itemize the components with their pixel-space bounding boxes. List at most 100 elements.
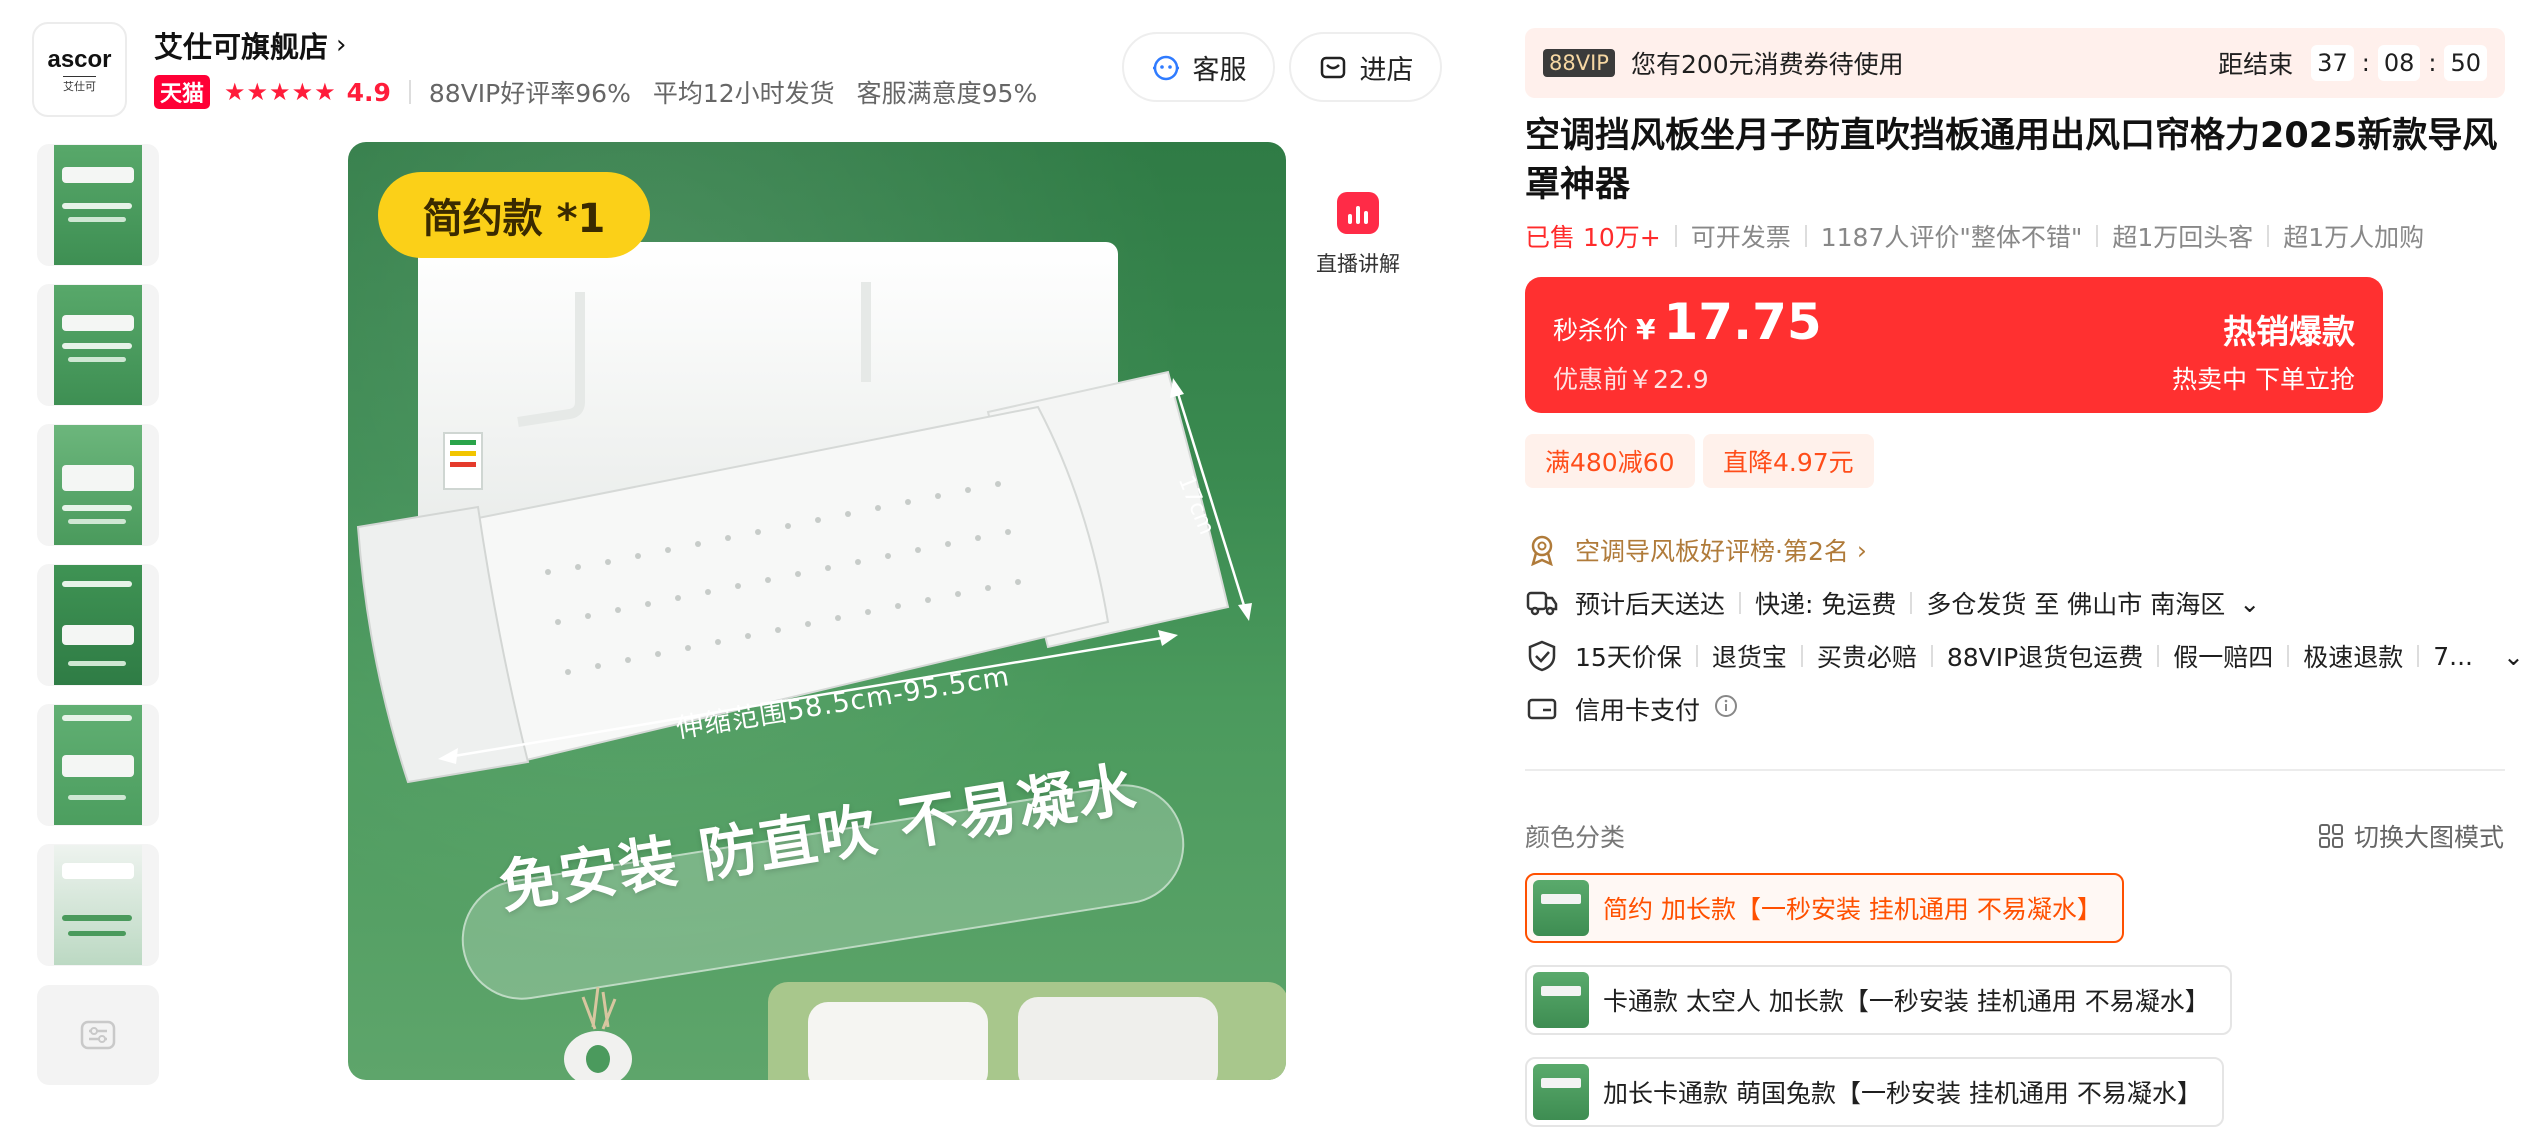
price-currency: ¥ [1636, 313, 1656, 346]
tag-repeat-buyers: 超1万回头客 [2112, 223, 2254, 252]
sku-option[interactable]: 加长卡通款 萌国兔款【一秒安装 挂机通用 不易凝水】 [1525, 1057, 2224, 1127]
shop-logo-subtext: 艾仕可 [63, 75, 96, 94]
tag-invoice: 可开发票 [1690, 223, 1791, 252]
delivery-estimate: 预计后天送达 [1575, 590, 1726, 619]
ranking-text: 空调导风板好评榜·第2名 [1575, 537, 1849, 566]
award-icon [1525, 533, 1559, 567]
divider [1930, 645, 1933, 667]
gallery-thumbnail[interactable] [37, 144, 159, 266]
section-divider [1525, 769, 2505, 771]
vip-tag: 88VIP [1543, 49, 1615, 77]
sku-option[interactable]: 简约 加长款【一秒安装 挂机通用 不易凝水】 [1525, 873, 2124, 943]
sku-option-label: 卡通款 太空人 加长款【一秒安装 挂机通用 不易凝水】 [1603, 987, 2210, 1016]
gallery-thumbnail[interactable] [37, 844, 159, 966]
sku-option-label: 简约 加长款【一秒安装 挂机通用 不易凝水】 [1603, 895, 2102, 924]
shop-meta-shipping-time: 平均12小时发货 [652, 79, 835, 108]
gallery-thumbnail[interactable] [37, 424, 159, 546]
shop-name-link[interactable]: 艾仕可旗舰店 › [154, 24, 346, 66]
credit-card-icon [1525, 692, 1559, 726]
guarantee-item: 15天价保 [1575, 643, 1682, 672]
gallery-more-button[interactable] [37, 985, 159, 1085]
sku-section-label: 颜色分类 [1525, 823, 1626, 852]
hot-sale-subtitle: 热卖中 下单立抢 [2172, 365, 2355, 394]
payment-method: 信用卡支付 [1575, 696, 1701, 725]
sku-option[interactable]: 卡通款 太空人 加长款【一秒安装 挂机通用 不易凝水】 [1525, 965, 2232, 1035]
divider [1739, 592, 1742, 614]
tag-cart-adds: 超1万人加购 [2283, 223, 2425, 252]
gallery-thumbnail[interactable] [37, 564, 159, 686]
payment-row: 信用卡支付 [1525, 691, 1738, 727]
delivery-row[interactable]: 预计后天送达 快递: 免运费 多仓发货 至 佛山市 南海区 ⌄ [1525, 585, 2260, 621]
ranking-row[interactable]: 空调导风板好评榜·第2名 › [1525, 532, 1867, 568]
switch-view-label: 切换大图模式 [2354, 823, 2505, 852]
gallery-thumbnail[interactable] [37, 704, 159, 826]
divider [2157, 645, 2160, 667]
shop-meta: 天猫 ★★★★★ 4.9 88VIP好评率96% 平均12小时发货 客服满意度9… [154, 74, 1059, 110]
product-title: 空调挡风板坐月子防直吹挡板通用出风口帘格力2025新款导风罩神器 [1525, 116, 2498, 205]
live-explain-label: 直播讲解 [1316, 252, 1400, 276]
countdown-colon: : [2428, 49, 2437, 77]
guarantee-item: 极速退款 [2303, 643, 2404, 672]
sold-count: 已售 10万+ [1525, 223, 1661, 252]
sliders-icon [80, 1020, 116, 1050]
ship-to-location[interactable]: 多仓发货 至 佛山市 南海区 [1926, 585, 2225, 621]
live-explain-button[interactable]: 直播讲解 [1316, 192, 1400, 278]
countdown-minutes: 08 [2377, 45, 2421, 81]
price-value: 17.75 [1663, 293, 1822, 351]
divider [1800, 645, 1803, 667]
shop-meta-service-satisfaction: 客服满意度95% [856, 79, 1038, 108]
enter-store-label: 进店 [1359, 54, 1414, 86]
price-box: 秒杀价 ¥ 17.75 优惠前￥22.9 热销爆款 热卖中 下单立抢 [1525, 277, 2383, 413]
chevron-down-icon[interactable]: ⌄ [2503, 642, 2524, 671]
vip-coupon-bar[interactable]: 88VIP 您有200元消费券待使用 距结束 37 : 08 : 50 [1525, 28, 2505, 98]
divider [1910, 592, 1913, 614]
original-price: 优惠前￥22.9 [1553, 365, 1709, 394]
divider [2096, 225, 2099, 247]
info-icon[interactable] [1714, 694, 1738, 724]
sku-thumbnail [1533, 880, 1589, 936]
gallery-thumbnail[interactable] [37, 284, 159, 406]
chevron-down-icon[interactable]: ⌄ [2239, 589, 2260, 618]
sku-thumbnail [1533, 972, 1589, 1028]
sku-thumbnail [1533, 1064, 1589, 1120]
shop-logo-text: ascor [47, 45, 112, 73]
sales-row: 已售 10万+ 可开发票 1187人评价"整体不错" 超1万回头客 超1万人加购 [1525, 218, 2424, 254]
countdown-colon: : [2361, 49, 2370, 77]
divider [2267, 225, 2270, 247]
vip-coupon-text: 您有200元消费券待使用 [1630, 50, 1904, 79]
hot-sale-title: 热销爆款 [2223, 312, 2355, 351]
customer-service-button[interactable]: 客服 [1122, 32, 1275, 102]
store-icon [1320, 56, 1345, 79]
chevron-right-icon: › [1856, 535, 1867, 565]
divider [1804, 225, 1807, 247]
customer-service-label: 客服 [1192, 54, 1247, 86]
shop-rating: 4.9 [346, 77, 391, 107]
divider [408, 80, 411, 104]
guarantees-row[interactable]: 15天价保 退货宝 买贵必赔 88VIP退货包运费 假一赔四 极速退款 7...… [1525, 638, 2524, 674]
tag-reviews[interactable]: 1187人评价"整体不错" [1821, 218, 2083, 254]
tmall-badge: 天猫 [154, 75, 211, 109]
shop-name: 艾仕可旗舰店 [154, 30, 329, 64]
enter-store-button[interactable]: 进店 [1289, 32, 1442, 102]
grid-icon [2319, 824, 2343, 848]
switch-view-button[interactable]: 切换大图模式 [2318, 818, 2504, 854]
countdown-hours: 37 [2311, 45, 2354, 81]
countdown: 距结束 37 : 08 : 50 [2218, 45, 2487, 81]
guarantee-item: 假一赔四 [2173, 643, 2274, 672]
vase-illustration [564, 987, 632, 1080]
coupon-threshold[interactable]: 满480减60 [1525, 434, 1695, 488]
sku-option-label: 加长卡通款 萌国兔款【一秒安装 挂机通用 不易凝水】 [1603, 1079, 2202, 1108]
main-product-image[interactable]: 简约款 *1 伸缩范围58.5cm-95.5cm 17cm 免安装 防直吹 不易… [348, 142, 1286, 1080]
chevron-right-icon: › [336, 30, 347, 60]
guarantee-item: 88VIP退货包运费 [1946, 643, 2144, 672]
divider [1695, 645, 1698, 667]
shield-icon [1525, 639, 1559, 673]
coupon-discount[interactable]: 直降4.97元 [1703, 434, 1874, 488]
countdown-seconds: 50 [2444, 45, 2487, 81]
guarantee-item: 买贵必赔 [1816, 643, 1917, 672]
shipping-fee: 快递: 免运费 [1755, 590, 1897, 619]
divider [1674, 225, 1677, 247]
shop-logo[interactable]: ascor 艾仕可 [32, 22, 127, 117]
truck-icon [1525, 586, 1559, 620]
price-label: 秒杀价 [1553, 316, 1629, 345]
